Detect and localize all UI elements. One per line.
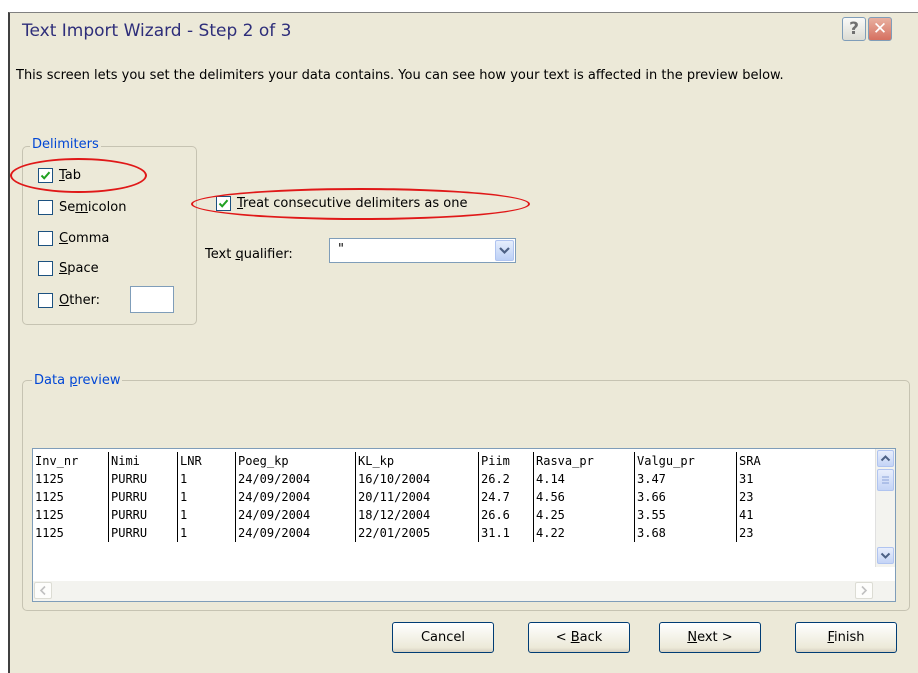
preview-row: 1125 PURRU 1 24/09/2004 18/12/2004 26.6 … bbox=[33, 506, 861, 524]
preview-table: Inv_nr Nimi LNR Poeg_kp KL_kp Piim Rasva… bbox=[33, 452, 861, 542]
preview-header-cell: LNR bbox=[177, 452, 236, 470]
annotation-ellipse-tab bbox=[10, 158, 147, 193]
preview-header-cell: Valgu_pr bbox=[634, 452, 737, 470]
preview-cell: 24/09/2004 bbox=[235, 488, 356, 506]
preview-cell: 31.1 bbox=[478, 524, 534, 542]
preview-cell: 24.7 bbox=[478, 488, 534, 506]
preview-cell: 24/09/2004 bbox=[235, 470, 356, 488]
preview-cell: 20/11/2004 bbox=[355, 488, 479, 506]
data-preview-legend: Data preview bbox=[32, 373, 123, 388]
preview-cell: 1 bbox=[177, 524, 236, 542]
space-label: Space bbox=[59, 260, 99, 276]
preview-cell: 4.56 bbox=[533, 488, 635, 506]
preview-header-cell: Inv_nr bbox=[35, 454, 79, 468]
scroll-down-icon[interactable] bbox=[877, 547, 894, 564]
space-checkbox[interactable]: Space bbox=[38, 258, 99, 278]
semicolon-label: Semicolon bbox=[59, 199, 127, 215]
checkbox-box[interactable] bbox=[38, 292, 53, 308]
preview-cell: 23 bbox=[736, 488, 861, 506]
preview-cell: PURRU bbox=[108, 524, 178, 542]
data-preview-grid[interactable]: Inv_nr Nimi LNR Poeg_kp KL_kp Piim Rasva… bbox=[32, 448, 896, 602]
annotation-ellipse-consecutive bbox=[191, 188, 530, 220]
preview-cell: 3.55 bbox=[634, 506, 737, 524]
finish-button[interactable]: Finish bbox=[795, 622, 897, 653]
scroll-left-icon[interactable] bbox=[34, 582, 52, 599]
preview-cell: 1125 bbox=[35, 508, 64, 522]
cancel-button[interactable]: Cancel bbox=[392, 622, 494, 653]
vertical-scrollbar[interactable] bbox=[875, 449, 895, 567]
preview-cell: 3.66 bbox=[634, 488, 737, 506]
preview-cell: PURRU bbox=[108, 470, 178, 488]
preview-cell: 18/12/2004 bbox=[355, 506, 479, 524]
preview-cell: 24/09/2004 bbox=[235, 506, 356, 524]
preview-cell: 24/09/2004 bbox=[235, 524, 356, 542]
preview-row: 1125 PURRU 1 24/09/2004 16/10/2004 26.2 … bbox=[33, 470, 861, 488]
preview-cell: 22/01/2005 bbox=[355, 524, 479, 542]
text-qualifier-select[interactable]: " bbox=[329, 238, 516, 263]
preview-cell: PURRU bbox=[108, 488, 178, 506]
preview-cell: 1125 bbox=[35, 526, 64, 540]
other-delimiter-input[interactable] bbox=[130, 286, 174, 313]
preview-row: 1125 PURRU 1 24/09/2004 22/01/2005 31.1 … bbox=[33, 524, 861, 542]
preview-cell: 1125 bbox=[35, 490, 64, 504]
preview-cell: 41 bbox=[736, 506, 861, 524]
preview-header-cell: Poeg_kp bbox=[235, 452, 356, 470]
preview-cell: 26.6 bbox=[478, 506, 534, 524]
checkbox-box[interactable] bbox=[38, 199, 53, 215]
preview-cell: 1 bbox=[177, 470, 236, 488]
intro-text: This screen lets you set the delimiters … bbox=[16, 68, 784, 83]
other-checkbox[interactable]: Other: bbox=[38, 290, 100, 310]
text-qualifier-label: Text qualifier: bbox=[205, 247, 293, 262]
other-label: Other: bbox=[59, 292, 101, 308]
title-bar: Text Import Wizard - Step 2 of 3 ? ✕ bbox=[10, 13, 918, 47]
preview-cell: 4.22 bbox=[533, 524, 635, 542]
preview-header-cell: Nimi bbox=[108, 452, 178, 470]
preview-cell: 3.68 bbox=[634, 524, 737, 542]
preview-cell: 16/10/2004 bbox=[355, 470, 479, 488]
preview-cell: 26.2 bbox=[478, 470, 534, 488]
scroll-right-icon[interactable] bbox=[855, 582, 873, 599]
window-title: Text Import Wizard - Step 2 of 3 bbox=[22, 21, 292, 41]
preview-row: 1125 PURRU 1 24/09/2004 20/11/2004 24.7 … bbox=[33, 488, 861, 506]
preview-header-cell: KL_kp bbox=[355, 452, 479, 470]
preview-header-cell: Rasva_pr bbox=[533, 452, 635, 470]
preview-cell: 4.25 bbox=[533, 506, 635, 524]
preview-cell: 3.47 bbox=[634, 470, 737, 488]
checkbox-box[interactable] bbox=[38, 260, 53, 276]
preview-cell: PURRU bbox=[108, 506, 178, 524]
horizontal-scrollbar[interactable] bbox=[33, 581, 895, 601]
preview-header-cell: Piim bbox=[478, 452, 534, 470]
preview-cell: 23 bbox=[736, 524, 861, 542]
scroll-up-icon[interactable] bbox=[877, 450, 894, 467]
help-icon[interactable]: ? bbox=[842, 17, 866, 41]
preview-cell: 31 bbox=[736, 470, 861, 488]
preview-cell: 1125 bbox=[35, 472, 64, 486]
scroll-thumb[interactable] bbox=[877, 469, 894, 491]
close-icon[interactable]: ✕ bbox=[868, 17, 892, 41]
preview-header-row: Inv_nr Nimi LNR Poeg_kp KL_kp Piim Rasva… bbox=[33, 452, 861, 470]
text-qualifier-value: " bbox=[338, 242, 344, 257]
semicolon-checkbox[interactable]: Semicolon bbox=[38, 197, 126, 217]
comma-label: Comma bbox=[59, 230, 110, 246]
comma-checkbox[interactable]: Comma bbox=[38, 228, 109, 248]
delimiters-legend: Delimiters bbox=[30, 137, 101, 152]
checkbox-box[interactable] bbox=[38, 230, 53, 246]
back-button[interactable]: < Back bbox=[528, 622, 630, 653]
preview-header-cell: SRA bbox=[736, 452, 861, 470]
preview-cell: 4.14 bbox=[533, 470, 635, 488]
preview-cell: 1 bbox=[177, 488, 236, 506]
chevron-down-icon[interactable] bbox=[495, 240, 514, 261]
preview-cell: 1 bbox=[177, 506, 236, 524]
next-button[interactable]: Next > bbox=[659, 622, 761, 653]
